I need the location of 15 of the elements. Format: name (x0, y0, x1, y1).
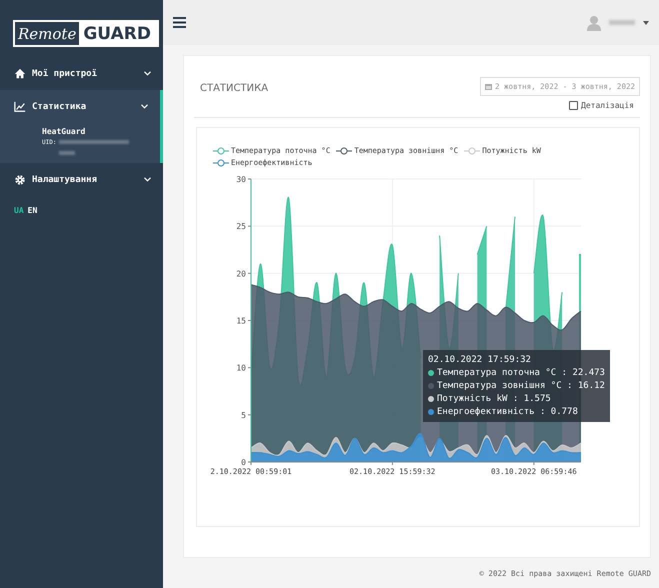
y-tick-label: 30 (236, 175, 246, 184)
tooltip-value: Потужність kW : 1.575 (437, 394, 551, 404)
y-tick-label: 15 (236, 316, 246, 326)
tooltip-title: 02.10.2022 17:59:32 (428, 355, 532, 365)
y-tick-label: 20 (236, 269, 246, 278)
y-tick-label: 0 (241, 458, 246, 467)
page-title: СТАТИСТИКА (200, 83, 268, 96)
tooltip-value: Температура зовнішня °C : 16.12 (437, 381, 605, 391)
tooltip-value: Температура поточна °C : 22.473 (437, 368, 605, 378)
y-tick-label: 10 (236, 364, 246, 373)
logo: Remote GUARD (13, 20, 159, 47)
y-tick-label: 25 (236, 222, 246, 232)
tooltip-value: Енергоефективність : 0.778 (437, 407, 578, 417)
checkbox-label: Деталізація (581, 101, 634, 110)
y-tick-label: 5 (241, 410, 246, 420)
